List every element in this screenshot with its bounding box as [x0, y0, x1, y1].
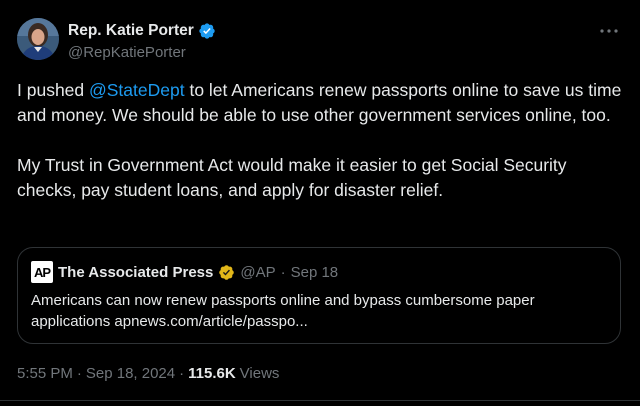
- profile-photo: [17, 18, 59, 60]
- quoted-meta-separator: ·: [280, 263, 286, 281]
- divider: [0, 400, 640, 401]
- tweet-body: I pushed @StateDept to let Americans ren…: [17, 78, 629, 203]
- views-label: Views: [239, 365, 280, 382]
- quoted-tweet-card[interactable]: AP The Associated Press @AP · Sep 18 Ame…: [17, 247, 621, 344]
- avatar[interactable]: [17, 18, 59, 60]
- footer-separator: ·: [76, 365, 82, 382]
- author-handle[interactable]: @RepKatiePorter: [68, 44, 186, 61]
- quoted-tweet-date[interactable]: Sep 18: [291, 264, 339, 281]
- quoted-author-name[interactable]: The Associated Press: [58, 264, 213, 281]
- tweet: Rep. Katie Porter @RepKatiePorter I push…: [0, 0, 640, 406]
- tweet-paragraph-1: I pushed @StateDept to let Americans ren…: [17, 78, 629, 128]
- author-name-text[interactable]: Rep. Katie Porter: [68, 22, 194, 40]
- quoted-author-handle[interactable]: @AP: [240, 264, 275, 281]
- tweet-date[interactable]: Sep 18, 2024: [86, 365, 175, 382]
- quoted-tweet-header: AP The Associated Press @AP · Sep 18: [31, 261, 338, 283]
- gold-verified-badge-icon[interactable]: [218, 264, 235, 281]
- mention-link[interactable]: @StateDept: [89, 80, 185, 100]
- views-count[interactable]: 115.6K: [188, 365, 236, 382]
- footer-separator: ·: [179, 365, 185, 382]
- quoted-tweet-text: Americans can now renew passports online…: [31, 292, 535, 330]
- body-text-prefix: I pushed: [17, 80, 89, 100]
- author-display-name[interactable]: Rep. Katie Porter: [68, 22, 216, 40]
- more-options-icon: [600, 29, 618, 33]
- more-options-button[interactable]: [596, 22, 622, 40]
- ap-logo[interactable]: AP: [31, 261, 53, 283]
- tweet-paragraph-2: My Trust in Government Act would make it…: [17, 155, 567, 200]
- verified-badge-icon[interactable]: [198, 22, 216, 40]
- tweet-time[interactable]: 5:55 PM: [17, 365, 73, 382]
- tweet-footer: 5:55 PM · Sep 18, 2024 · 115.6K Views: [17, 365, 279, 382]
